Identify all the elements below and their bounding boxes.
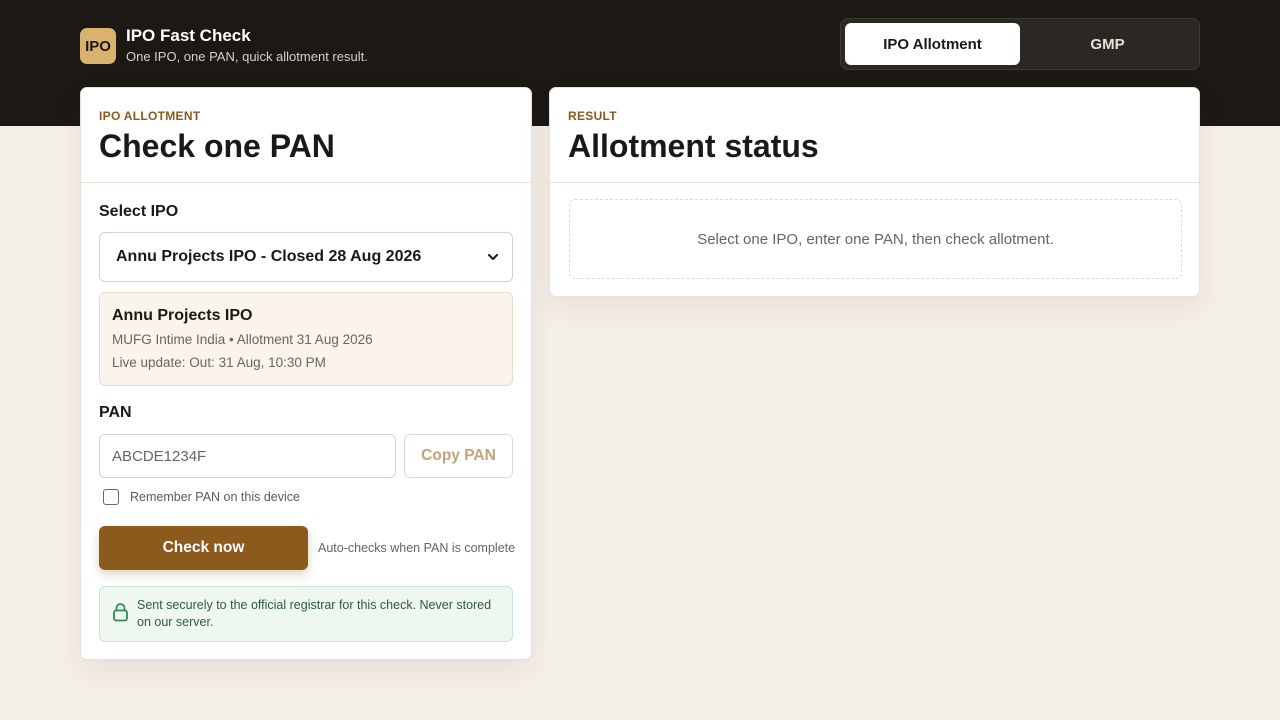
form-eyebrow: IPO ALLOTMENT bbox=[99, 109, 201, 123]
secure-notice: Sent securely to the official registrar … bbox=[99, 586, 513, 642]
mode-tabs: IPO Allotment GMP bbox=[840, 18, 1200, 70]
form-card-header: IPO ALLOTMENT Check one PAN bbox=[81, 88, 531, 183]
app-logo: IPO bbox=[80, 28, 116, 64]
allotment-form-card: IPO ALLOTMENT Check one PAN Select IPO A… bbox=[80, 87, 532, 660]
brand-text: IPO Fast Check One IPO, one PAN, quick a… bbox=[126, 26, 368, 66]
remember-pan-row[interactable]: Remember PAN on this device bbox=[103, 489, 300, 505]
ipo-info-box: Annu Projects IPO MUFG Intime India • Al… bbox=[99, 292, 513, 386]
result-title: Allotment status bbox=[568, 128, 819, 164]
check-now-button[interactable]: Check now bbox=[99, 526, 308, 570]
copy-pan-button[interactable]: Copy PAN bbox=[404, 434, 513, 478]
auto-check-note: Auto-checks when PAN is complete bbox=[318, 541, 516, 555]
pan-input[interactable] bbox=[99, 434, 396, 478]
app-subtitle: One IPO, one PAN, quick allotment result… bbox=[126, 49, 368, 64]
app-title: IPO Fast Check bbox=[126, 26, 251, 45]
ipo-select[interactable]: Annu Projects IPO - Closed 28 Aug 2026 bbox=[99, 232, 513, 282]
secure-notice-text: Sent securely to the official registrar … bbox=[137, 598, 492, 629]
ipo-select-value: Annu Projects IPO - Closed 28 Aug 2026 bbox=[116, 248, 422, 265]
chevron-down-icon bbox=[488, 254, 498, 260]
form-title: Check one PAN bbox=[99, 128, 335, 164]
tab-gmp[interactable]: GMP bbox=[1020, 23, 1195, 65]
result-empty-state: Select one IPO, enter one PAN, then chec… bbox=[569, 199, 1182, 279]
result-eyebrow: RESULT bbox=[568, 109, 617, 123]
tab-ipo-allotment[interactable]: IPO Allotment bbox=[845, 23, 1020, 65]
select-ipo-label: Select IPO bbox=[99, 203, 179, 220]
brand: IPO IPO Fast Check One IPO, one PAN, qui… bbox=[80, 26, 368, 66]
pan-label: PAN bbox=[99, 404, 132, 421]
result-card: RESULT Allotment status Select one IPO, … bbox=[549, 87, 1200, 297]
remember-pan-label: Remember PAN on this device bbox=[130, 490, 300, 504]
ipo-registrar-line: MUFG Intime India • Allotment 31 Aug 202… bbox=[112, 332, 373, 347]
remember-pan-checkbox[interactable] bbox=[103, 489, 119, 505]
ipo-live-update: Live update: Out: 31 Aug, 10:30 PM bbox=[112, 355, 326, 370]
ipo-name: Annu Projects IPO bbox=[112, 307, 253, 324]
lock-icon bbox=[113, 603, 128, 622]
result-card-header: RESULT Allotment status bbox=[550, 88, 1199, 183]
